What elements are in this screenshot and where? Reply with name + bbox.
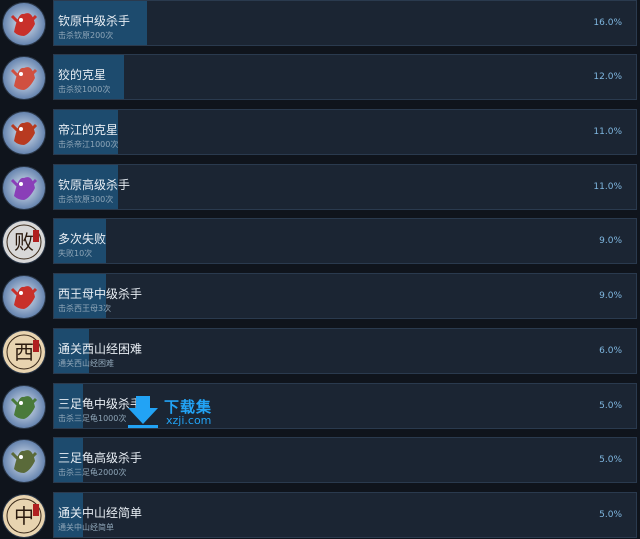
unlock-percentage: 5.0% [599, 455, 622, 465]
achievement-description: 通关西山经困难 [58, 359, 114, 368]
achievement-description: 击杀西王母3次 [58, 304, 112, 313]
achievement-row[interactable]: 帝江的克星击杀帝江1000次 11.0% [0, 109, 640, 161]
achievement-row[interactable]: 中 通关中山经简单 通关中山经简单 5.0% [0, 492, 640, 539]
achievement-title: 钦原中级杀手 [58, 14, 131, 28]
unlock-percentage: 5.0% [599, 510, 622, 520]
achievement-description: 通关中山经简单 [58, 523, 114, 532]
white-red-beast-icon [2, 56, 46, 100]
achievement-description: 击杀帝江1000次 [58, 140, 119, 149]
unlock-percentage: 11.0% [593, 182, 622, 192]
achievement-row[interactable]: 钦原高级杀手击杀钦原300次 11.0% [0, 164, 640, 216]
achievement-panel: 狡的克星击杀狡1000次 12.0% [53, 54, 637, 100]
achievement-title: 狡的克星 [58, 68, 107, 82]
achievement-row[interactable]: 三足龟高级杀手击杀三足龟2000次 5.0% [0, 437, 640, 489]
icon-glyph: 西 [14, 340, 34, 364]
failure-glyph-icon: 败 [2, 220, 46, 264]
achievement-panel: 钦原高级杀手击杀钦原300次 11.0% [53, 164, 637, 210]
achievement-panel: 多次失败失败10次 9.0% [53, 218, 637, 264]
achievement-panel: 帝江的克星击杀帝江1000次 11.0% [53, 109, 637, 155]
achievement-list: 钦原中级杀手击杀钦原200次 16.0% 狡的克星击杀狡1000次 12.0% 帝江… [0, 0, 640, 539]
achievement-title: 通关中山经简单 [58, 506, 143, 520]
unlock-percentage: 6.0% [599, 346, 622, 356]
achievement-row[interactable]: 西王母中级杀手击杀西王母3次 9.0% [0, 273, 640, 325]
achievement-row[interactable]: 钦原中级杀手击杀钦原200次 16.0% [0, 0, 640, 52]
unlock-percentage: 9.0% [599, 236, 622, 246]
achievement-panel: 钦原中级杀手击杀钦原200次 16.0% [53, 0, 637, 46]
achievement-description: 失败10次 [58, 249, 93, 258]
watermark: 下载集 xzji.com [128, 396, 228, 428]
achievement-title: 三足龟高级杀手 [58, 451, 143, 465]
achievement-description: 击杀钦原300次 [58, 195, 114, 204]
achievement-title: 帝江的克星 [58, 123, 119, 137]
achievement-title: 多次失败 [58, 232, 107, 246]
achievement-title: 通关西山经困难 [58, 342, 143, 356]
unlock-percentage: 12.0% [593, 72, 622, 82]
achievement-description: 击杀钦原200次 [58, 31, 114, 40]
download-arrow-icon [128, 396, 158, 428]
middle-glyph-icon: 中 [2, 494, 46, 538]
queen-mother-icon [2, 275, 46, 319]
red-bird-creature-icon [2, 2, 46, 46]
three-legged-turtle-icon [2, 385, 46, 429]
achievement-row[interactable]: 西 通关西山经困难 通关西山经困难 6.0% [0, 328, 640, 380]
unlock-percentage: 11.0% [593, 127, 622, 137]
achievement-panel: 三足龟高级杀手击杀三足龟2000次 5.0% [53, 437, 637, 483]
purple-bird-creature-icon [2, 166, 46, 210]
unlock-percentage: 9.0% [599, 291, 622, 301]
achievement-title: 钦原高级杀手 [58, 178, 131, 192]
unlock-percentage: 16.0% [593, 18, 622, 28]
icon-glyph: 败 [14, 230, 34, 254]
green-turtle-icon [2, 439, 46, 483]
achievement-row[interactable]: 三足龟中级杀手 击杀三足龟1000次 5.0% [0, 383, 640, 435]
achievement-title: 西王母中级杀手 [58, 287, 143, 301]
achievement-panel: 西王母中级杀手击杀西王母3次 9.0% [53, 273, 637, 319]
red-creature-icon [2, 111, 46, 155]
achievement-description: 击杀三足龟2000次 [58, 468, 127, 477]
achievement-row[interactable]: 狡的克星击杀狡1000次 12.0% [0, 54, 640, 106]
achievement-panel: 通关中山经简单 通关中山经简单 5.0% [53, 492, 637, 538]
achievement-description: 击杀三足龟1000次 [58, 414, 127, 423]
west-glyph-icon: 西 [2, 330, 46, 374]
icon-glyph: 中 [14, 504, 34, 528]
watermark-url: xzji.com [166, 414, 212, 427]
achievement-panel: 通关西山经困难 通关西山经困难 6.0% [53, 328, 637, 374]
achievement-row[interactable]: 败 多次失败失败10次 9.0% [0, 218, 640, 270]
unlock-percentage: 5.0% [599, 401, 622, 411]
achievement-description: 击杀狡1000次 [58, 85, 111, 94]
